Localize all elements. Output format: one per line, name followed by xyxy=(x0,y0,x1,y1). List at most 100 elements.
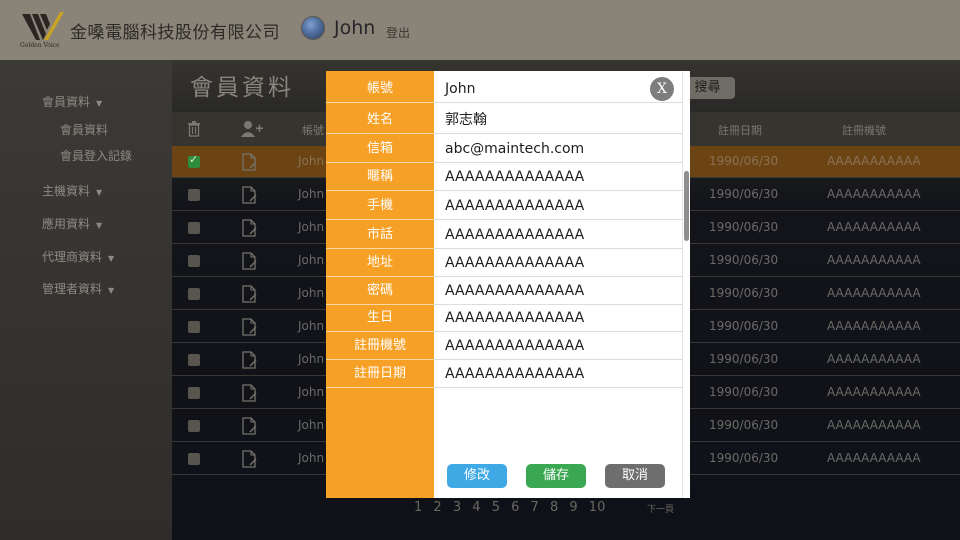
trash-icon[interactable] xyxy=(187,121,201,137)
cell-reg-date: 1990/06/30 xyxy=(709,418,779,432)
page-link[interactable]: 2 xyxy=(433,500,441,515)
sidebar-item-members[interactable]: 會員資料 ▼ xyxy=(42,93,102,110)
form-row: 註冊機號 AAAAAAAAAAAAAA xyxy=(326,332,682,360)
logo-text: Golden Voice xyxy=(20,42,60,49)
cancel-button[interactable]: 取消 xyxy=(605,464,665,488)
cell-account: John xyxy=(298,154,325,168)
cell-account: John xyxy=(298,352,325,366)
page-link[interactable]: 8 xyxy=(550,500,558,515)
close-button[interactable]: X xyxy=(650,77,674,101)
field-label: 密碼 xyxy=(326,277,434,305)
edit-document-icon[interactable] xyxy=(242,450,258,468)
chevron-down-icon: ▼ xyxy=(96,99,103,108)
field-value[interactable]: AAAAAAAAAAAAAA xyxy=(434,163,682,191)
cell-reg-device: AAAAAAAAAAA xyxy=(827,154,921,168)
edit-document-icon[interactable] xyxy=(242,351,258,369)
column-header-reg-device: 註冊機號 xyxy=(842,124,886,137)
edit-document-icon[interactable] xyxy=(242,417,258,435)
cell-account: John xyxy=(298,319,325,333)
row-checkbox[interactable] xyxy=(188,255,200,267)
row-checkbox[interactable] xyxy=(188,222,200,234)
field-label: 姓名 xyxy=(326,106,434,134)
scroll-thumb[interactable] xyxy=(684,171,689,241)
edit-document-icon[interactable] xyxy=(242,318,258,336)
page-link[interactable]: 1 xyxy=(414,500,422,515)
form-row: 密碼 AAAAAAAAAAAAAA xyxy=(326,277,682,305)
cell-reg-device: AAAAAAAAAAA xyxy=(827,286,921,300)
company-name: 金嗓電腦科技股份有限公司 xyxy=(70,23,280,43)
edit-document-icon[interactable] xyxy=(242,285,258,303)
page-link[interactable]: 9 xyxy=(569,500,577,515)
field-value[interactable]: 郭志翰 xyxy=(434,106,682,134)
page-link[interactable]: 5 xyxy=(492,500,500,515)
field-value[interactable]: AAAAAAAAAAAAAA xyxy=(434,221,682,249)
cell-reg-date: 1990/06/30 xyxy=(709,187,779,201)
page-link[interactable]: 3 xyxy=(453,500,461,515)
row-checkbox[interactable] xyxy=(188,153,200,168)
row-checkbox[interactable] xyxy=(188,453,200,465)
sidebar-subitem-members[interactable]: 會員資料 xyxy=(60,121,108,138)
chevron-down-icon: ▼ xyxy=(108,254,115,263)
cell-reg-device: AAAAAAAAAAA xyxy=(827,319,921,333)
dialog-scrollbar[interactable] xyxy=(682,71,690,498)
cell-reg-date: 1990/06/30 xyxy=(709,352,779,366)
column-header-account: 帳號 xyxy=(302,124,324,137)
row-checkbox[interactable] xyxy=(188,387,200,399)
field-value[interactable]: AAAAAAAAAAAAAA xyxy=(434,332,682,360)
row-checkbox[interactable] xyxy=(188,288,200,300)
add-user-icon[interactable] xyxy=(241,120,263,137)
cell-account: John xyxy=(298,418,325,432)
field-value[interactable]: AAAAAAAAAAAAAA xyxy=(434,304,682,332)
page-link[interactable]: 6 xyxy=(511,500,519,515)
save-button[interactable]: 儲存 xyxy=(526,464,586,488)
cell-reg-device: AAAAAAAAAAA xyxy=(827,220,921,234)
sidebar-subitem-login-log[interactable]: 會員登入記錄 xyxy=(60,147,132,164)
field-label: 生日 xyxy=(326,304,434,332)
cell-reg-device: AAAAAAAAAAA xyxy=(827,418,921,432)
cell-account: John xyxy=(298,286,325,300)
sidebar-item-label: 會員資料 xyxy=(42,95,91,109)
sidebar-item-agents[interactable]: 代理商資料 ▼ xyxy=(42,248,114,265)
logout-link[interactable]: 登出 xyxy=(386,24,410,41)
form-row: 姓名 郭志翰 xyxy=(326,106,682,134)
page-link[interactable]: 7 xyxy=(531,500,539,515)
row-checkbox[interactable] xyxy=(188,321,200,333)
edit-document-icon[interactable] xyxy=(242,219,258,237)
sidebar-item-label: 管理者資料 xyxy=(42,282,103,296)
field-value[interactable]: AAAAAAAAAAAAAA xyxy=(434,192,682,220)
form-row: 註冊日期 AAAAAAAAAAAAAA xyxy=(326,360,682,388)
row-checkbox[interactable] xyxy=(188,189,200,201)
page-link[interactable]: 4 xyxy=(472,500,480,515)
field-label: 註冊機號 xyxy=(326,332,434,360)
cell-reg-date: 1990/06/30 xyxy=(709,154,779,168)
field-value[interactable]: AAAAAAAAAAAAAA xyxy=(434,249,682,277)
field-value[interactable]: AAAAAAAAAAAAAA xyxy=(434,277,682,305)
edit-document-icon[interactable] xyxy=(242,252,258,270)
row-checkbox[interactable] xyxy=(188,354,200,366)
sidebar-item-label: 應用資料 xyxy=(42,217,91,231)
sidebar-item-apps[interactable]: 應用資料 ▼ xyxy=(42,215,102,232)
edit-document-icon[interactable] xyxy=(242,186,258,204)
field-value[interactable]: John xyxy=(434,75,682,103)
field-value[interactable]: AAAAAAAAAAAAAA xyxy=(434,360,682,388)
field-label: 帳號 xyxy=(326,75,434,103)
form-row: 生日 AAAAAAAAAAAAAA xyxy=(326,304,682,332)
sidebar-item-admins[interactable]: 管理者資料 ▼ xyxy=(42,280,114,297)
user-avatar[interactable] xyxy=(301,16,325,40)
cell-account: John xyxy=(298,385,325,399)
page-title: 會員資料 xyxy=(190,75,294,101)
app-header: Golden Voice 金嗓電腦科技股份有限公司 John 登出 xyxy=(0,0,960,60)
edit-document-icon[interactable] xyxy=(242,153,258,171)
field-value[interactable]: abc@maintech.com xyxy=(434,135,682,163)
edit-document-icon[interactable] xyxy=(242,384,258,402)
cell-reg-date: 1990/06/30 xyxy=(709,385,779,399)
next-page-link[interactable]: 下一頁 xyxy=(647,502,674,515)
cell-reg-date: 1990/06/30 xyxy=(709,451,779,465)
edit-button[interactable]: 修改 xyxy=(447,464,507,488)
row-checkbox[interactable] xyxy=(188,420,200,432)
page-link[interactable]: 10 xyxy=(589,500,606,515)
sidebar-item-hosts[interactable]: 主機資料 ▼ xyxy=(42,182,102,199)
field-label: 手機 xyxy=(326,192,434,220)
cell-reg-date: 1990/06/30 xyxy=(709,319,779,333)
form-row: 市話 AAAAAAAAAAAAAA xyxy=(326,221,682,249)
